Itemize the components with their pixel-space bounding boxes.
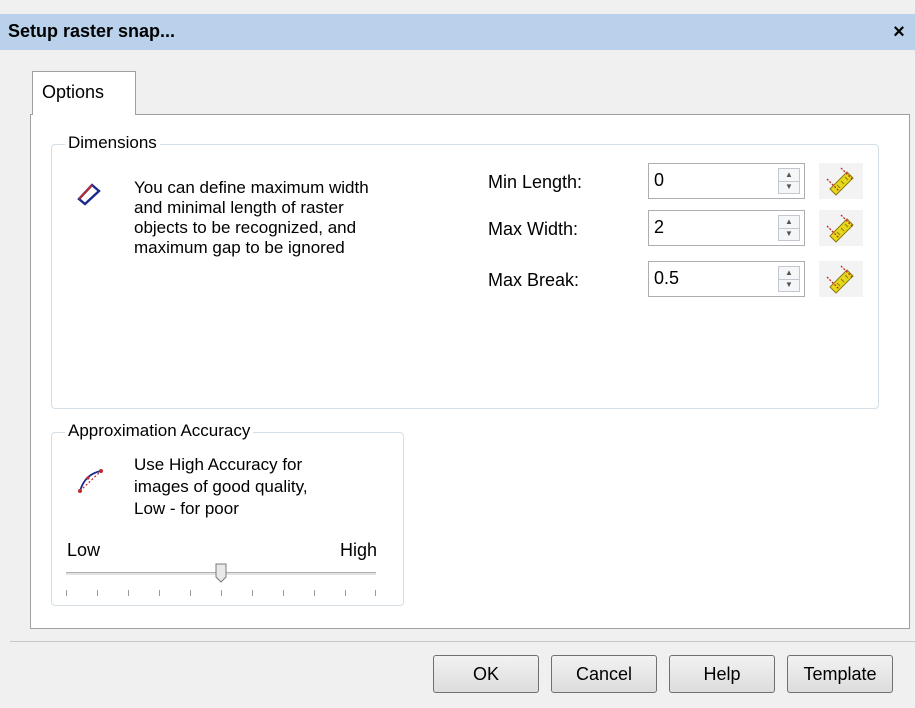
tab-options-label: Options bbox=[42, 82, 105, 102]
max-break-pick-button[interactable] bbox=[819, 261, 863, 297]
max-break-spinbox[interactable]: 0.5 ▲ ▼ bbox=[648, 261, 805, 297]
max-width-spinbox[interactable]: 2 ▲ ▼ bbox=[648, 210, 805, 246]
max-width-label: Max Width: bbox=[488, 219, 579, 239]
dimensions-desc-line: and minimal length of raster bbox=[134, 198, 344, 217]
help-button[interactable]: Help bbox=[669, 655, 775, 693]
footer-separator bbox=[10, 641, 915, 642]
ruler-pick-icon bbox=[826, 167, 854, 196]
max-width-value[interactable]: 2 bbox=[654, 217, 664, 238]
spin-down-icon[interactable]: ▼ bbox=[779, 181, 799, 193]
min-length-spin-arrows[interactable]: ▲ ▼ bbox=[778, 168, 800, 194]
ruler-pick-icon bbox=[826, 214, 854, 243]
min-length-label: Min Length: bbox=[488, 172, 583, 192]
spin-down-icon[interactable]: ▼ bbox=[779, 228, 799, 240]
dimensions-legend: Dimensions bbox=[65, 133, 160, 153]
accuracy-desc-line: Low - for poor bbox=[134, 499, 239, 518]
ruler-pick-icon bbox=[826, 265, 854, 294]
max-break-value[interactable]: 0.5 bbox=[654, 268, 679, 289]
template-button[interactable]: Template bbox=[787, 655, 893, 693]
title-bar[interactable]: Setup raster snap... × bbox=[0, 14, 915, 50]
setup-raster-snap-dialog: Setup raster snap... × Options Dimension… bbox=[0, 0, 915, 708]
max-width-pick-button[interactable] bbox=[819, 210, 863, 246]
max-break-spin-arrows[interactable]: ▲ ▼ bbox=[778, 266, 800, 292]
max-width-spin-arrows[interactable]: ▲ ▼ bbox=[778, 215, 800, 241]
slider-ticks bbox=[66, 590, 376, 598]
curve-points-icon bbox=[78, 469, 103, 493]
slider-high-label: High bbox=[340, 540, 378, 560]
dimensions-desc-line: maximum gap to be ignored bbox=[134, 238, 345, 257]
ok-button[interactable]: OK bbox=[433, 655, 539, 693]
spin-down-icon[interactable]: ▼ bbox=[779, 279, 799, 291]
accuracy-legend: Approximation Accuracy bbox=[65, 421, 254, 441]
min-length-spinbox[interactable]: 0 ▲ ▼ bbox=[648, 163, 805, 199]
tab-options[interactable]: Options bbox=[32, 71, 136, 115]
cancel-button[interactable]: Cancel bbox=[551, 655, 657, 693]
max-break-label: Max Break: bbox=[488, 270, 580, 290]
min-length-pick-button[interactable] bbox=[819, 163, 863, 199]
dimensions-desc-line: You can define maximum width bbox=[134, 178, 369, 197]
rectangle-line-icon bbox=[77, 183, 101, 206]
dimensions-desc-line: objects to be recognized, and bbox=[134, 218, 357, 237]
slider-thumb-icon[interactable] bbox=[215, 563, 227, 583]
accuracy-desc-line: Use High Accuracy for bbox=[134, 455, 303, 474]
window-title: Setup raster snap... bbox=[8, 21, 176, 41]
close-button[interactable]: × bbox=[887, 18, 911, 46]
min-length-value[interactable]: 0 bbox=[654, 170, 664, 191]
accuracy-desc-line: images of good quality, bbox=[134, 477, 308, 496]
slider-low-label: Low bbox=[67, 540, 101, 560]
